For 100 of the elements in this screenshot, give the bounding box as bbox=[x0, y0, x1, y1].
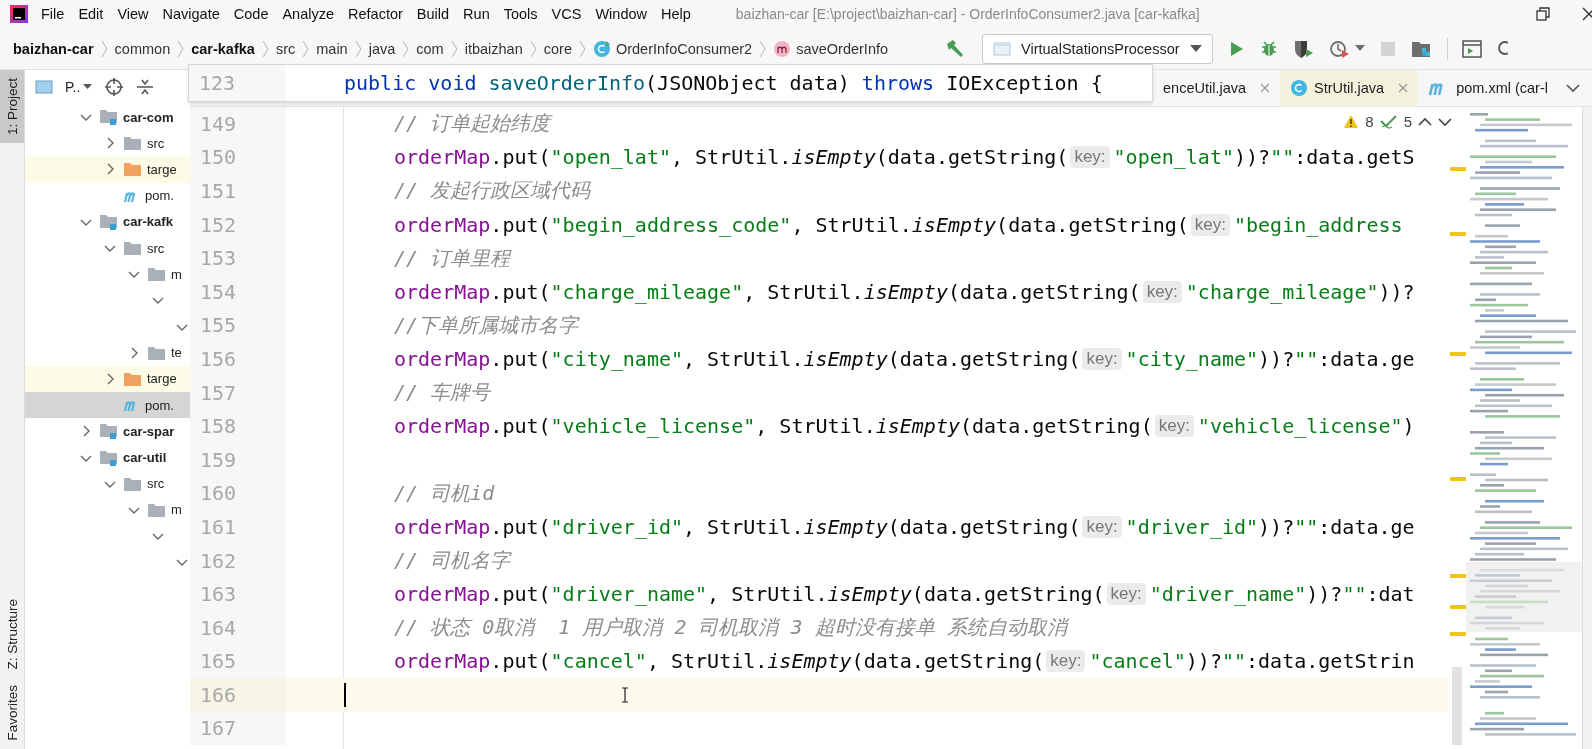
code-line: "begin_address bbox=[1234, 212, 1403, 237]
line-number: 123 bbox=[189, 65, 285, 101]
tree-item[interactable]: m bbox=[25, 496, 190, 523]
breadcrumb[interactable]: core bbox=[543, 40, 572, 57]
chevron-icon bbox=[578, 38, 586, 59]
menu-item[interactable]: Window bbox=[588, 6, 654, 22]
menu-item[interactable]: Tools bbox=[496, 6, 545, 22]
breadcrumb[interactable]: main bbox=[316, 40, 348, 57]
menu-item[interactable]: Refactor bbox=[341, 6, 410, 22]
tree-item[interactable]: car-spar bbox=[25, 418, 190, 445]
code-line: "cancel"))?"":data.getStrin bbox=[1089, 649, 1415, 674]
tree-item[interactable]: car-kafk bbox=[25, 208, 190, 235]
breadcrumb[interactable]: car-kafka bbox=[191, 40, 255, 57]
menu-item[interactable]: File bbox=[34, 6, 72, 22]
class-icon bbox=[592, 39, 611, 58]
menu-item[interactable]: VCS bbox=[544, 6, 589, 22]
check-icon[interactable] bbox=[1379, 114, 1398, 129]
tool-window-tab[interactable]: Favorites bbox=[0, 677, 24, 749]
chevron-icon[interactable] bbox=[1566, 83, 1580, 93]
breadcrumb[interactable]: saveOrderInfo bbox=[796, 40, 889, 57]
weak-warning-count: 5 bbox=[1403, 113, 1412, 130]
folder-icon bbox=[147, 266, 167, 283]
tree-item[interactable]: src bbox=[25, 470, 190, 497]
folder-icon bbox=[147, 501, 167, 518]
caret-icon bbox=[1189, 44, 1202, 53]
menu-item[interactable]: Navigate bbox=[155, 6, 227, 22]
folder-icon bbox=[123, 370, 143, 387]
chevron-icon bbox=[354, 38, 362, 59]
terminal-icon[interactable] bbox=[1461, 39, 1482, 58]
tree-item[interactable]: m bbox=[25, 261, 190, 288]
breadcrumb[interactable]: com bbox=[416, 40, 444, 57]
line-number: 153 bbox=[190, 241, 286, 275]
line-number: 163 bbox=[190, 577, 286, 611]
breadcrumb[interactable]: common bbox=[114, 40, 171, 57]
chevron-icon bbox=[261, 38, 269, 59]
breadcrumb[interactable]: itbaizhan bbox=[464, 40, 523, 57]
menu-item[interactable]: Help bbox=[654, 6, 698, 22]
code-line: "driver_name"))?"":dat bbox=[1149, 582, 1415, 607]
code-line: public void saveOrderInfo(JSONObject data) throws IOException { bbox=[344, 71, 1103, 95]
tree-item[interactable]: src bbox=[25, 130, 190, 157]
menu-item[interactable]: Code bbox=[226, 6, 276, 22]
breadcrumb[interactable]: baizhan-car bbox=[13, 40, 94, 57]
folder-icon bbox=[123, 475, 143, 492]
view-dropdown[interactable]: P.. bbox=[65, 79, 93, 95]
menu-item[interactable]: Run bbox=[456, 6, 497, 22]
app-logo-icon bbox=[10, 5, 28, 23]
class-icon bbox=[1290, 79, 1309, 97]
profiler-icon[interactable] bbox=[1328, 38, 1351, 59]
code-line: // 订单起始纬度 bbox=[394, 110, 551, 138]
menu-item[interactable]: Build bbox=[409, 6, 457, 22]
run-config-dropdown[interactable]: VirtualStationsProcessor bbox=[982, 33, 1213, 64]
menu-item[interactable]: View bbox=[110, 6, 156, 22]
line-number: 149 bbox=[190, 107, 286, 141]
code-line: orderMap.put("cancel", StrUtil.isEmpty(data.getString( bbox=[394, 649, 1045, 674]
line-number: 158 bbox=[190, 409, 286, 443]
menu-item[interactable]: Edit bbox=[71, 6, 111, 22]
code-line: "vehicle_license") bbox=[1197, 414, 1415, 439]
tree-item[interactable]: pom. bbox=[25, 392, 190, 419]
menu-item[interactable]: Analyze bbox=[275, 6, 342, 22]
line-number: 167 bbox=[190, 711, 286, 746]
chevron-icon bbox=[759, 38, 767, 59]
collapse-all-icon[interactable] bbox=[136, 78, 155, 96]
tree-item[interactable]: car-util bbox=[25, 444, 190, 471]
tool-window-tab[interactable]: 1: Project bbox=[0, 70, 24, 144]
method-icon bbox=[773, 39, 792, 58]
tree-item[interactable]: car-com bbox=[25, 104, 190, 131]
breadcrumb[interactable]: src bbox=[275, 40, 296, 57]
code-line: //下单所属城市名字 bbox=[394, 311, 579, 339]
line-number: 155 bbox=[190, 308, 286, 343]
tree-item[interactable]: te bbox=[25, 339, 190, 366]
caret-icon[interactable] bbox=[1354, 44, 1365, 53]
window-icon bbox=[993, 40, 1012, 57]
locate-icon[interactable] bbox=[104, 77, 125, 97]
parameter-hint: key: bbox=[1082, 515, 1122, 538]
shield-run-icon[interactable] bbox=[1292, 38, 1315, 59]
code-line: // 车牌号 bbox=[394, 379, 491, 407]
tool-window-tab[interactable]: Z: Structure bbox=[0, 590, 24, 678]
code-line: orderMap.put("city_name", StrUtil.isEmpty(data.getString( bbox=[394, 346, 1081, 371]
close-icon[interactable] bbox=[1582, 7, 1592, 21]
breadcrumb[interactable]: java bbox=[368, 40, 396, 57]
tree-item[interactable]: targe bbox=[25, 365, 190, 393]
breadcrumb[interactable]: OrderInfoConsumer2 bbox=[615, 40, 753, 57]
code-line: orderMap.put("begin_address_code", StrUtil.isEmpty(data.getString( bbox=[394, 212, 1189, 237]
code-line: // 司机id bbox=[394, 479, 495, 507]
restore-icon[interactable] bbox=[1536, 7, 1550, 21]
code-line: // 司机名字 bbox=[394, 547, 511, 574]
folder-icon bbox=[123, 240, 143, 257]
editor-tab[interactable]: StrUtil.java bbox=[1280, 70, 1419, 106]
chevron-icon bbox=[529, 38, 537, 59]
line-number: 164 bbox=[190, 610, 286, 645]
line-number: 162 bbox=[190, 543, 286, 578]
code-line: // 订单里程 bbox=[394, 244, 511, 272]
line-number: 161 bbox=[190, 510, 286, 544]
parameter-hint: key: bbox=[1082, 347, 1122, 370]
tree-item[interactable]: pom. bbox=[25, 182, 190, 209]
line-number: 166 bbox=[190, 678, 286, 712]
tree-item[interactable]: targe bbox=[25, 156, 190, 183]
warning-icon[interactable] bbox=[1343, 114, 1360, 129]
tree-item[interactable]: src bbox=[25, 234, 190, 262]
parameter-hint: key: bbox=[1190, 213, 1230, 236]
